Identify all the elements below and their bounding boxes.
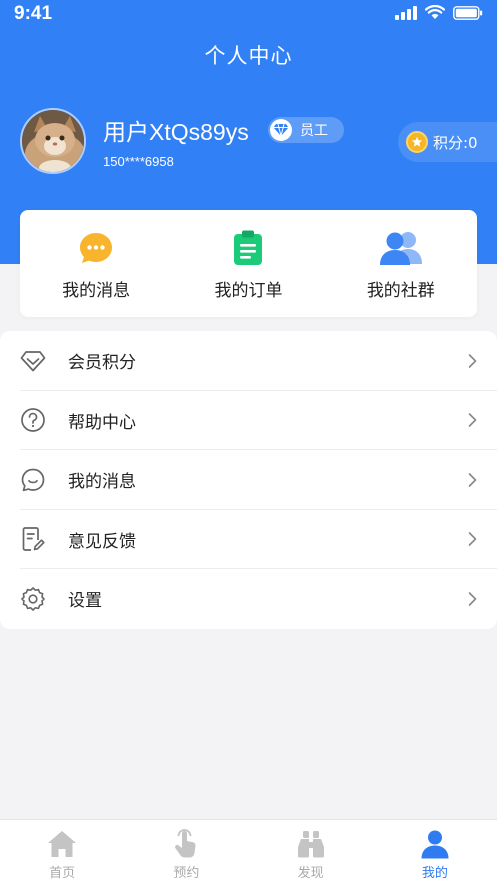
quick-link-messages[interactable]: 我的消息 (20, 210, 172, 317)
quick-link-label: 我的社群 (366, 281, 435, 301)
tab-discover[interactable]: 发现 (249, 820, 373, 883)
menu-item-feedback[interactable]: 意见反馈 (0, 510, 497, 569)
tab-label: 首页 (49, 866, 76, 881)
tab-mine[interactable]: 我的 (373, 820, 497, 883)
status-time: 9:41 (14, 3, 53, 24)
role-badge-label: 员工 (300, 123, 328, 139)
tab-label: 发现 (297, 866, 324, 881)
menu-item-label: 帮助中心 (68, 412, 136, 433)
user-icon (420, 828, 450, 860)
quick-link-label: 我的消息 (62, 281, 131, 301)
menu-item-label: 我的消息 (68, 472, 136, 493)
tab-label: 预约 (173, 866, 200, 881)
menu-item-help-center[interactable]: 帮助中心 (0, 391, 497, 450)
avatar[interactable] (20, 108, 86, 174)
points-chip[interactable]: 积分:0 (398, 122, 497, 162)
group-icon (378, 230, 424, 266)
menu-item-label: 意见反馈 (68, 531, 136, 552)
username: 用户XtQs89ys (103, 119, 249, 145)
clipboard-icon (233, 230, 263, 266)
menu-item-label: 设置 (68, 591, 102, 612)
chevron-right-icon (468, 472, 477, 487)
tab-home[interactable]: 首页 (0, 820, 124, 883)
quick-link-community[interactable]: 我的社群 (325, 210, 477, 317)
diamond-icon (20, 348, 46, 374)
quick-link-label: 我的订单 (214, 281, 283, 301)
chevron-right-icon (468, 413, 477, 428)
tab-bar: 首页 预约 发现 我的 (0, 819, 497, 883)
coin-icon (406, 131, 428, 153)
points-label: 积分:0 (433, 133, 478, 152)
quick-link-orders[interactable]: 我的订单 (172, 210, 324, 317)
battery-icon (453, 5, 483, 20)
home-icon (47, 828, 77, 860)
diamond-badge-icon (270, 119, 292, 141)
wifi-icon (425, 5, 445, 19)
chevron-right-icon (468, 353, 477, 368)
signal-icon (395, 5, 417, 20)
chevron-right-icon (468, 591, 477, 606)
message-icon (20, 467, 46, 493)
chat-bubble-icon (78, 230, 114, 266)
help-icon (20, 407, 46, 433)
phone-number: 150****6958 (103, 154, 174, 169)
menu-list: 会员积分 帮助中心 我的消息 意见反馈 设置 (0, 331, 497, 629)
menu-item-settings[interactable]: 设置 (0, 569, 497, 629)
menu-item-label: 会员积分 (68, 353, 136, 374)
menu-item-my-messages[interactable]: 我的消息 (0, 450, 497, 510)
feedback-icon (20, 526, 46, 552)
quick-links-card: 我的消息 我的订单 我的社群 (20, 210, 477, 317)
chevron-right-icon (468, 532, 477, 547)
tap-hand-icon (173, 828, 199, 860)
status-bar: 9:41 (0, 0, 497, 30)
settings-icon (20, 586, 46, 612)
page-title: 个人中心 (204, 44, 293, 68)
tab-label: 我的 (421, 866, 448, 881)
tab-booking[interactable]: 预约 (124, 820, 248, 883)
menu-item-member-points[interactable]: 会员积分 (0, 331, 497, 391)
role-badge: 员工 (268, 117, 344, 143)
binoculars-icon (296, 828, 326, 860)
